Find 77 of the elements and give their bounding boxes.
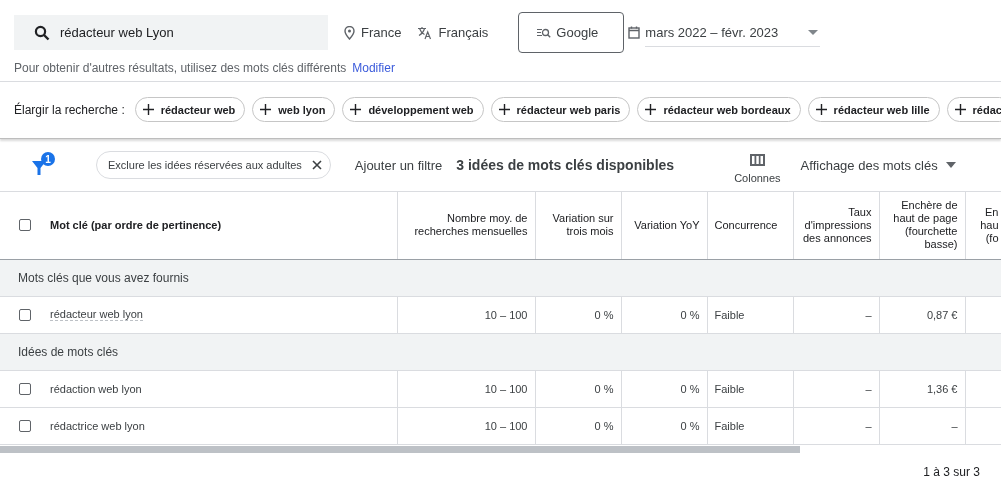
- table-cell: Faible: [714, 308, 745, 321]
- keyword-suggestion-chip[interactable]: rédacteur web: [134, 97, 246, 122]
- filter-chip-text: Exclure les idées réservées aux adultes: [108, 159, 302, 171]
- translate-icon: [417, 25, 433, 40]
- table-cell: 10 – 100: [484, 419, 528, 432]
- plus-icon: [260, 104, 272, 115]
- group-header: Mots clés que vous avez fournis: [18, 270, 189, 285]
- plus-icon: [815, 104, 827, 115]
- search-text: rédacteur web Lyon: [60, 25, 174, 40]
- keyword-suggestion-chip[interactable]: développement web: [342, 97, 484, 122]
- keyword-suggestion-chip[interactable]: rédac: [946, 97, 1001, 122]
- table-cell: –: [865, 308, 872, 321]
- keyword-suggestion-chip[interactable]: web lyon: [252, 97, 336, 122]
- keyword-cell: rédactrice web lyon: [50, 419, 145, 432]
- checkbox[interactable]: [19, 419, 31, 432]
- table-cell: 0,87 €: [926, 308, 958, 321]
- hint-text: Pour obtenir d'autres résultats, utilisez des mots clés différents: [14, 61, 347, 75]
- checkbox[interactable]: [19, 219, 31, 232]
- table-cell: 10 – 100: [484, 308, 528, 321]
- column-header[interactable]: Variation YoY: [628, 218, 700, 232]
- plus-icon: [954, 104, 966, 115]
- table-cell: –: [951, 419, 958, 432]
- plus-icon: [645, 104, 657, 115]
- table-cell: –: [865, 419, 872, 432]
- column-header[interactable]: Enchère de haut de page (fourchette basse): [886, 199, 958, 252]
- caret-icon: [808, 29, 819, 35]
- table-cell: Faible: [714, 419, 745, 432]
- table-cell: 0 %: [594, 419, 614, 432]
- keyword-suggestion-chip[interactable]: rédacteur web paris: [490, 97, 631, 122]
- date-range-dropdown[interactable]: mars 2022 – févr. 2023: [645, 22, 821, 47]
- column-header[interactable]: Mot clé (par ordre de pertinence): [50, 218, 222, 232]
- plus-icon: [498, 104, 510, 115]
- view-dropdown[interactable]: Affichage des mots clés: [800, 157, 956, 173]
- table-cell: 0 %: [594, 382, 614, 395]
- column-header[interactable]: En hau (fo: [967, 205, 999, 245]
- search-network-icon: [537, 27, 552, 38]
- column-header[interactable]: Variation sur trois mois: [542, 212, 614, 239]
- table-cell: 0 %: [680, 382, 700, 395]
- table-cell: 0 %: [680, 308, 700, 321]
- columns-icon: [749, 154, 765, 166]
- filter-count-badge: 1: [41, 152, 55, 166]
- location-selector[interactable]: France: [344, 25, 402, 40]
- close-icon[interactable]: [311, 160, 322, 170]
- keyword-suggestion-chip[interactable]: rédacteur web bordeaux: [637, 97, 801, 122]
- table-cell: Faible: [714, 382, 745, 395]
- broaden-search-label: Élargir la recherche :: [14, 102, 125, 117]
- caret-icon: [945, 162, 956, 168]
- column-header[interactable]: Nombre moy. de recherches mensuelles: [404, 212, 528, 239]
- table-cell: 0 %: [680, 419, 700, 432]
- column-header[interactable]: Taux d'impressions des annonces: [800, 205, 872, 245]
- table-cell: 1,36 €: [926, 382, 958, 395]
- location-pin-icon: [344, 25, 355, 40]
- keyword-cell: rédaction web lyon: [50, 382, 142, 395]
- calendar-icon: [628, 26, 641, 39]
- results-summary: 3 idées de mots clés disponibles: [456, 157, 675, 173]
- search-icon: [34, 24, 50, 41]
- table-cell: –: [865, 382, 872, 395]
- pagination-text: 1 à 3 sur 3: [923, 465, 980, 479]
- group-header: Idées de mots clés: [18, 344, 119, 359]
- modify-link[interactable]: Modifier: [352, 61, 395, 75]
- horizontal-scrollbar[interactable]: [0, 445, 800, 453]
- plus-icon: [142, 104, 154, 115]
- table-cell: 0 %: [594, 308, 614, 321]
- checkbox[interactable]: [19, 308, 31, 321]
- table-cell: 10 – 100: [484, 382, 528, 395]
- column-header[interactable]: Concurrence: [714, 218, 786, 232]
- add-filter-button[interactable]: Ajouter un filtre: [354, 157, 443, 173]
- plus-icon: [350, 104, 362, 115]
- keyword-suggestion-chip[interactable]: rédacteur web lille: [807, 97, 940, 122]
- keyword-cell: rédacteur web lyon: [50, 308, 143, 321]
- language-selector[interactable]: Français: [417, 25, 489, 40]
- columns-button[interactable]: Colonnes: [734, 146, 781, 184]
- filter-chip[interactable]: Exclure les idées réservées aux adultes: [96, 151, 331, 179]
- filter-button[interactable]: 1: [30, 152, 54, 178]
- search-field[interactable]: rédacteur web Lyon: [14, 15, 328, 50]
- network-selector[interactable]: Google: [518, 12, 625, 53]
- checkbox[interactable]: [19, 382, 31, 395]
